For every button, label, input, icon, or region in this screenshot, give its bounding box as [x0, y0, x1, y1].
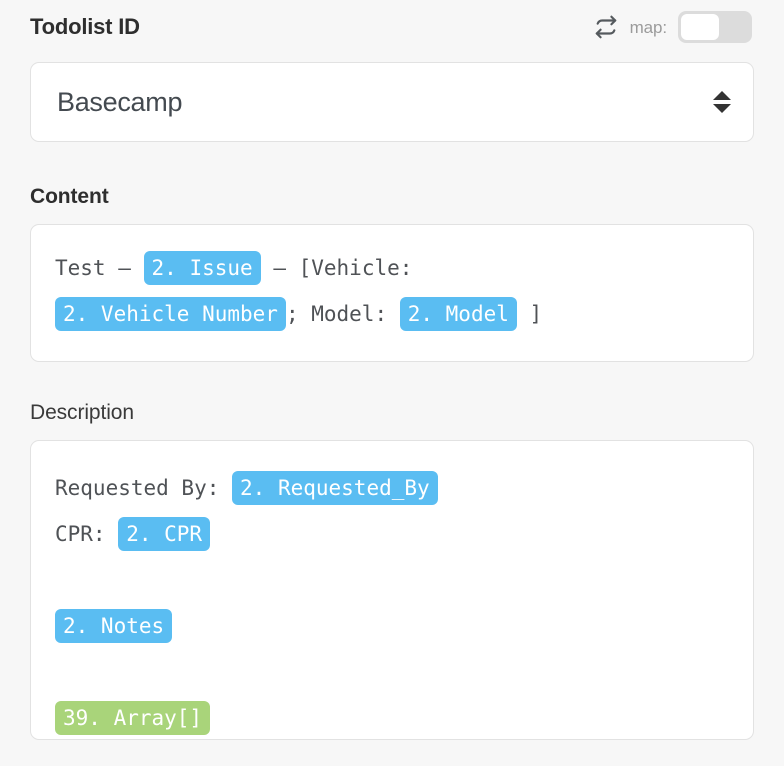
placeholder-token[interactable]: 2. Issue — [143, 251, 261, 285]
map-label: map: — [629, 17, 668, 37]
content-heading: Content — [30, 185, 109, 208]
description-lines: Requested By: 2. Requested_By CPR: 2. CPR… — [55, 465, 731, 741]
form-panel: Todolist ID map: Basecamp Content Test –… — [0, 0, 784, 766]
code-line: 2. Notes — [55, 603, 731, 649]
placeholder-token[interactable]: 2. Requested_By — [232, 471, 438, 505]
repeat-icon[interactable] — [593, 14, 619, 40]
description-heading: Description — [30, 401, 134, 424]
code-text: – [Vehicle: — [260, 256, 413, 280]
code-line: 2. Vehicle Number; Model: 2. Model ] — [55, 291, 731, 337]
placeholder-token[interactable]: 2. Notes — [55, 609, 173, 643]
map-toggle[interactable] — [678, 11, 752, 43]
placeholder-token[interactable]: 2. Vehicle Number — [55, 297, 286, 331]
header-controls: map: — [593, 11, 754, 43]
content-lines: Test – 2. Issue – [Vehicle: 2. Vehicle Nu… — [55, 245, 731, 337]
placeholder-token[interactable]: 39. Array[] — [55, 701, 211, 735]
page-title: Todolist ID — [30, 14, 140, 39]
code-line: Requested By: 2. Requested_By — [55, 465, 731, 511]
code-line: Test – 2. Issue – [Vehicle: — [55, 245, 731, 291]
code-text: Test – — [55, 256, 144, 280]
code-text: Requested By: — [55, 476, 233, 500]
code-text: CPR: — [55, 522, 119, 546]
map-toggle-knob — [681, 14, 719, 40]
content-editor[interactable]: Test – 2. Issue – [Vehicle: 2. Vehicle Nu… — [30, 224, 754, 362]
placeholder-token[interactable]: 2. Model — [399, 297, 517, 331]
code-line: CPR: 2. CPR — [55, 511, 731, 557]
todolist-id-select-value: Basecamp — [57, 86, 183, 117]
placeholder-token[interactable]: 2. CPR — [118, 517, 211, 551]
code-line: 39. Array[] — [55, 695, 731, 741]
code-text: ; Model: — [285, 302, 400, 326]
header: Todolist ID map: — [30, 0, 754, 46]
description-editor[interactable]: Requested By: 2. Requested_By CPR: 2. CPR… — [30, 440, 754, 740]
stepper-updown-icon[interactable] — [713, 87, 731, 117]
todolist-id-select[interactable]: Basecamp — [30, 62, 754, 142]
code-text: ] — [516, 302, 543, 326]
